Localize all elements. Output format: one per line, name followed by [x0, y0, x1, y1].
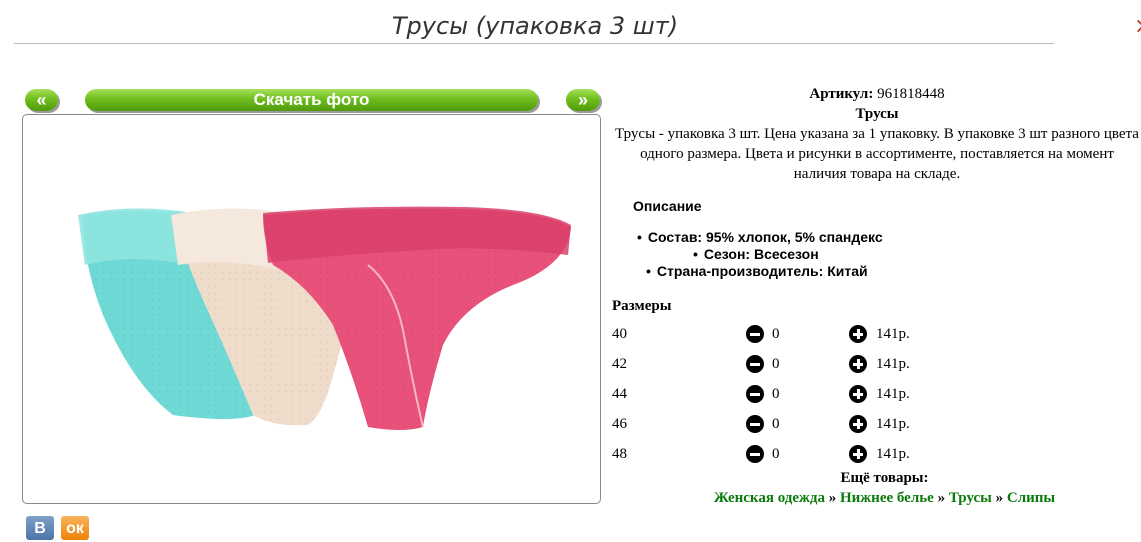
product-image [78, 206, 571, 430]
size-value: 40 [612, 326, 627, 342]
sku-value: 961818448 [877, 86, 945, 102]
breadcrumb-link-briefs[interactable]: Слипы [1007, 490, 1055, 506]
size-row: 44 0 141р. [612, 385, 932, 416]
size-value: 48 [612, 446, 627, 462]
quantity-value: 0 [772, 416, 780, 432]
breadcrumb-link-panties[interactable]: Трусы [949, 490, 992, 506]
breadcrumb-separator: » [937, 490, 946, 506]
sizes-heading: Размеры [612, 298, 672, 314]
price-value: 141р. [876, 416, 910, 432]
specs-heading: Описание [633, 198, 702, 214]
sku-label: Артикул: [809, 86, 874, 102]
sku-line: Артикул: 961818448 [612, 84, 1141, 104]
product-info: Артикул: 961818448 Трусы Трусы - упаковк… [612, 84, 1141, 184]
download-photo-button[interactable]: Скачать фото [85, 89, 538, 111]
quantity-value: 0 [772, 326, 780, 342]
plus-icon[interactable] [849, 355, 867, 373]
minus-icon[interactable] [746, 355, 764, 373]
ok-share-button[interactable]: ок [61, 516, 89, 540]
breadcrumb-separator: » [828, 490, 837, 506]
size-row: 40 0 141р. [612, 325, 932, 356]
price-value: 141р. [876, 326, 910, 342]
price-value: 141р. [876, 386, 910, 402]
minus-icon[interactable] [746, 445, 764, 463]
size-value: 44 [612, 386, 627, 402]
size-row: 46 0 141р. [612, 415, 932, 446]
breadcrumb-link-womens-clothing[interactable]: Женская одежда [714, 490, 825, 506]
page-title: Трусы (упаковка 3 шт) [391, 12, 679, 40]
vk-share-button[interactable]: В [26, 516, 54, 540]
prev-photo-button[interactable]: « [25, 89, 58, 111]
price-value: 141р. [876, 446, 910, 462]
minus-icon[interactable] [746, 415, 764, 433]
spec-item: • Состав: 95% хлопок, 5% спандекс [637, 229, 883, 245]
quantity-value: 0 [772, 356, 780, 372]
size-row: 42 0 141р. [612, 355, 932, 386]
plus-icon[interactable] [849, 415, 867, 433]
more-products-heading: Ещё товары: [840, 470, 929, 486]
size-value: 42 [612, 356, 627, 372]
plus-icon[interactable] [849, 445, 867, 463]
quantity-value: 0 [772, 446, 780, 462]
breadcrumb: Женская одежда » Нижнее белье » Трусы » … [612, 490, 1141, 507]
minus-icon[interactable] [746, 325, 764, 343]
spec-item: • Страна-производитель: Китай [646, 263, 868, 279]
specs-list: • Состав: 95% хлопок, 5% спандекс • Сезон:… [612, 229, 1141, 280]
title-divider [14, 43, 1054, 44]
plus-icon[interactable] [849, 385, 867, 403]
close-icon[interactable]: × [1134, 14, 1141, 39]
size-value: 46 [612, 416, 627, 432]
next-photo-button[interactable]: » [566, 89, 600, 111]
quantity-value: 0 [772, 386, 780, 402]
product-photo[interactable] [22, 114, 601, 504]
product-description: Трусы - упаковка 3 шт. Цена указана за 1… [615, 126, 1139, 182]
breadcrumb-link-underwear[interactable]: Нижнее белье [840, 490, 934, 506]
minus-icon[interactable] [746, 385, 764, 403]
price-value: 141р. [876, 356, 910, 372]
breadcrumb-separator: » [995, 490, 1004, 506]
plus-icon[interactable] [849, 325, 867, 343]
spec-item: • Сезон: Всесезон [693, 246, 819, 262]
product-name: Трусы [855, 106, 899, 122]
